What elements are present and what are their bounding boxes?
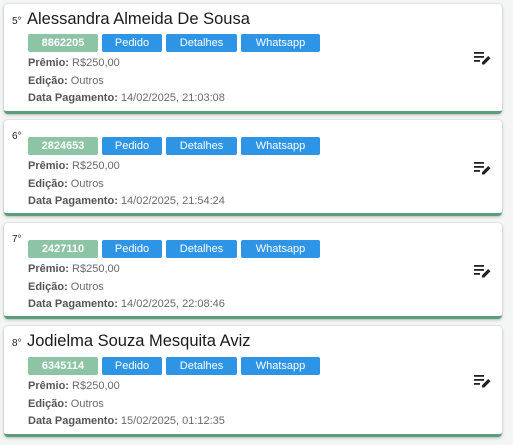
edicao-value: Outros bbox=[70, 280, 104, 293]
prize-info: Prêmio: R$250,00 Edição: Outros Data Pag… bbox=[28, 378, 225, 431]
edicao-value: Outros bbox=[70, 74, 104, 87]
detalhes-button[interactable]: Detalhes bbox=[166, 357, 237, 375]
edicao-label: Edição: bbox=[28, 177, 68, 190]
rank-label: 5° bbox=[12, 16, 22, 27]
pagamento-value: 15/02/2025, 01:12:35 bbox=[120, 415, 225, 427]
pagamento-label: Data Pagamento: bbox=[28, 195, 118, 207]
edicao-label: Edição: bbox=[28, 397, 68, 410]
edicao-value: Outros bbox=[70, 177, 104, 190]
pagamento-row: Data Pagamento: 15/02/2025, 01:12:35 bbox=[28, 413, 225, 431]
winner-name: Jodielma Souza Mesquita Aviz bbox=[27, 332, 251, 350]
detalhes-button[interactable]: Detalhes bbox=[166, 240, 237, 258]
ticket-code-badge: 6345114 bbox=[28, 357, 98, 375]
pagamento-value: 14/02/2025, 21:03:08 bbox=[120, 92, 225, 104]
prize-info: Prêmio: R$250,00 Edição: Outros Data Pag… bbox=[28, 55, 225, 108]
pagamento-row: Data Pagamento: 14/02/2025, 22:08:46 bbox=[28, 296, 225, 314]
whatsapp-button[interactable]: Whatsapp bbox=[241, 357, 320, 375]
playlist-edit-icon[interactable] bbox=[474, 51, 492, 65]
winner-card: 5° Alessandra Almeida De Sousa 8862205 P… bbox=[4, 4, 502, 114]
pedido-button[interactable]: Pedido bbox=[102, 34, 162, 52]
playlist-edit-icon[interactable] bbox=[474, 264, 492, 278]
winner-card: 8° Jodielma Souza Mesquita Aviz 6345114 … bbox=[4, 326, 502, 437]
pagamento-label: Data Pagamento: bbox=[28, 415, 118, 427]
pagamento-row: Data Pagamento: 14/02/2025, 21:03:08 bbox=[28, 90, 225, 108]
detalhes-button[interactable]: Detalhes bbox=[166, 34, 237, 52]
edicao-row: Edição: Outros bbox=[28, 279, 225, 297]
playlist-edit-icon[interactable] bbox=[474, 374, 492, 388]
edicao-row: Edição: Outros bbox=[28, 176, 225, 194]
pedido-button[interactable]: Pedido bbox=[102, 240, 162, 258]
edicao-row: Edição: Outros bbox=[28, 73, 225, 91]
premio-label: Prêmio: bbox=[28, 263, 69, 275]
pedido-button[interactable]: Pedido bbox=[102, 137, 162, 155]
premio-label: Prêmio: bbox=[28, 57, 69, 69]
edicao-value: Outros bbox=[70, 397, 104, 410]
premio-value: R$250,00 bbox=[72, 263, 120, 275]
rank-label: 6° bbox=[12, 131, 22, 142]
pagamento-label: Data Pagamento: bbox=[28, 92, 118, 104]
whatsapp-button[interactable]: Whatsapp bbox=[241, 34, 320, 52]
playlist-edit-icon[interactable] bbox=[474, 161, 492, 175]
pedido-button[interactable]: Pedido bbox=[102, 357, 162, 375]
ticket-code-badge: 8862205 bbox=[28, 34, 98, 52]
winner-card: 6° 2824653 Pedido Detalhes Whatsapp Prêm… bbox=[4, 120, 502, 216]
whatsapp-button[interactable]: Whatsapp bbox=[241, 137, 320, 155]
premio-row: Prêmio: R$250,00 bbox=[28, 55, 225, 73]
premio-row: Prêmio: R$250,00 bbox=[28, 158, 225, 176]
premio-value: R$250,00 bbox=[72, 380, 120, 392]
pagamento-value: 14/02/2025, 21:54:24 bbox=[120, 195, 225, 207]
prize-info: Prêmio: R$250,00 Edição: Outros Data Pag… bbox=[28, 158, 225, 211]
premio-value: R$250,00 bbox=[72, 160, 120, 172]
premio-value: R$250,00 bbox=[72, 57, 120, 69]
rank-label: 8° bbox=[12, 338, 22, 349]
action-row: 2427110 Pedido Detalhes Whatsapp bbox=[28, 240, 320, 258]
edicao-label: Edição: bbox=[28, 74, 68, 87]
pagamento-row: Data Pagamento: 14/02/2025, 21:54:24 bbox=[28, 193, 225, 211]
premio-row: Prêmio: R$250,00 bbox=[28, 378, 225, 396]
prize-info: Prêmio: R$250,00 Edição: Outros Data Pag… bbox=[28, 261, 225, 314]
ticket-code-badge: 2427110 bbox=[28, 240, 98, 258]
pagamento-label: Data Pagamento: bbox=[28, 298, 118, 310]
premio-row: Prêmio: R$250,00 bbox=[28, 261, 225, 279]
ticket-code-badge: 2824653 bbox=[28, 137, 98, 155]
premio-label: Prêmio: bbox=[28, 160, 69, 172]
whatsapp-button[interactable]: Whatsapp bbox=[241, 240, 320, 258]
action-row: 2824653 Pedido Detalhes Whatsapp bbox=[28, 137, 320, 155]
action-row: 6345114 Pedido Detalhes Whatsapp bbox=[28, 357, 320, 375]
action-row: 8862205 Pedido Detalhes Whatsapp bbox=[28, 34, 320, 52]
edicao-row: Edição: Outros bbox=[28, 396, 225, 414]
detalhes-button[interactable]: Detalhes bbox=[166, 137, 237, 155]
pagamento-value: 14/02/2025, 22:08:46 bbox=[120, 298, 225, 310]
rank-label: 7° bbox=[12, 234, 22, 245]
winner-name: Alessandra Almeida De Sousa bbox=[27, 10, 250, 28]
edicao-label: Edição: bbox=[28, 280, 68, 293]
winners-list: 5° Alessandra Almeida De Sousa 8862205 P… bbox=[0, 0, 513, 445]
winner-card: 7° 2427110 Pedido Detalhes Whatsapp Prêm… bbox=[4, 223, 502, 319]
premio-label: Prêmio: bbox=[28, 380, 69, 392]
